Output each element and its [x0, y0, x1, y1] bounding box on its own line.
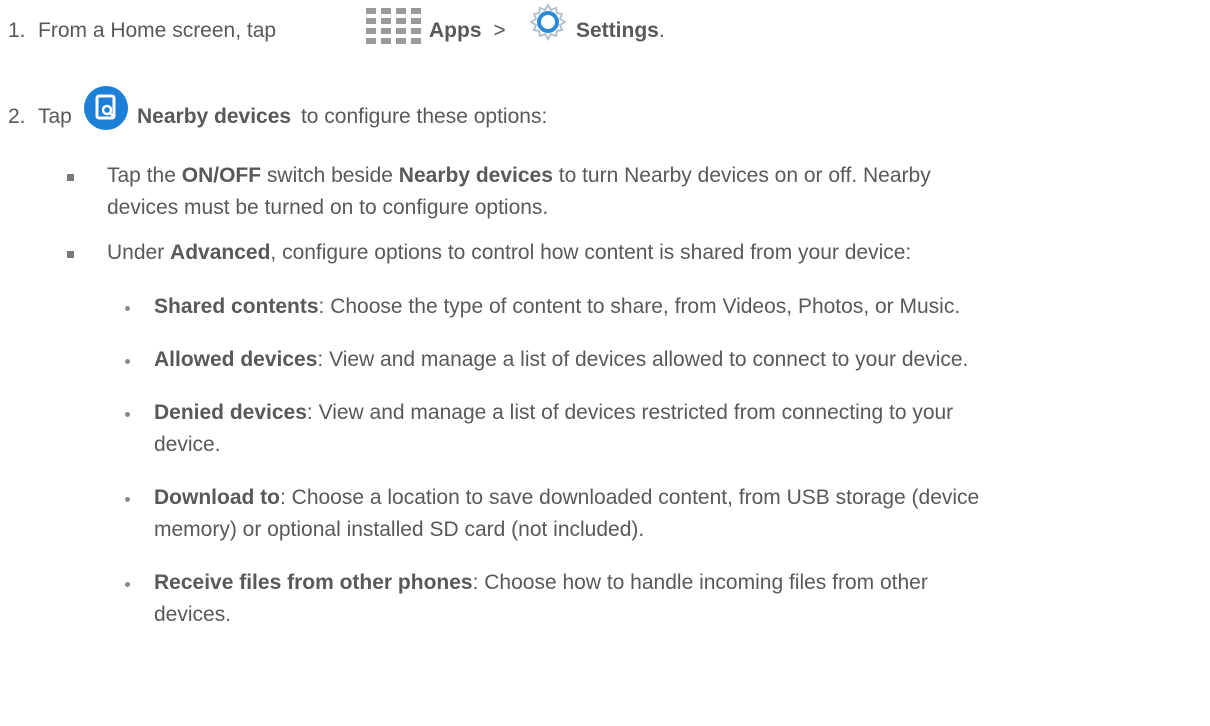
square-bullet-icon — [67, 174, 74, 181]
subbullet-allowed-devices: Allowed devices: View and manage a list … — [154, 348, 969, 371]
subbullet-download-to-line-1: Download to: Choose a location to save d… — [154, 486, 980, 509]
dot-bullet-icon — [125, 412, 130, 417]
subbullet-receive-files-line-2: devices. — [154, 603, 232, 626]
bullet-1-line-2: devices must be turned on to configure o… — [107, 196, 549, 219]
square-bullet-icon — [67, 251, 74, 258]
subbullet-denied-devices-line-1: Denied devices: View and manage a list o… — [154, 401, 954, 424]
dot-bullet-icon — [125, 582, 130, 587]
subbullet-denied-devices-line-2: device. — [154, 433, 221, 456]
step-2-rest: Nearby devices to configure these option… — [137, 105, 548, 128]
settings-gear-icon — [529, 3, 567, 41]
nearby-devices-icon — [84, 86, 128, 130]
subbullet-shared-contents: Shared contents: Choose the type of cont… — [154, 295, 961, 318]
apps-label: Apps > — [429, 19, 506, 42]
settings-label: Settings. — [576, 19, 665, 42]
subbullet-download-to-line-2: memory) or optional installed SD card (n… — [154, 518, 645, 541]
subbullet-receive-files-line-1: Receive files from other phones: Choose … — [154, 571, 928, 594]
dot-bullet-icon — [125, 306, 130, 311]
apps-grid-icon — [366, 8, 421, 44]
step-1-text: From a Home screen, tap — [38, 19, 277, 42]
step-2-number: 2. — [8, 105, 26, 128]
bullet-1-line-1: Tap the ON/OFF switch beside Nearby devi… — [107, 164, 931, 187]
step-1-number: 1. — [8, 19, 26, 42]
bullet-2-line-1: Under Advanced, configure options to con… — [107, 241, 912, 264]
step-2-text: Tap — [38, 105, 72, 128]
dot-bullet-icon — [125, 497, 130, 502]
dot-bullet-icon — [125, 359, 130, 364]
